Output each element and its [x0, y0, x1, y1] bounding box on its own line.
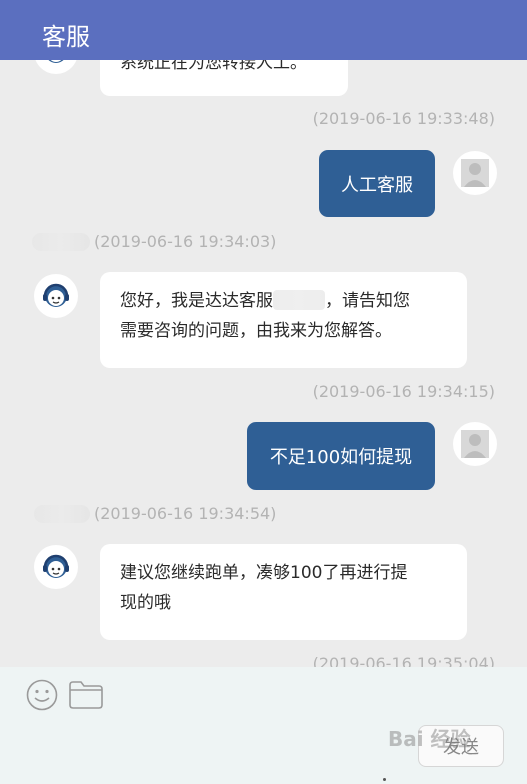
- headset-agent-icon: [43, 554, 69, 578]
- outgoing-message: 人工客服: [319, 150, 435, 217]
- page-title: 客服: [42, 23, 90, 51]
- redacted-id: [273, 290, 325, 310]
- timestamp: (2019-06-16 19:34:54): [94, 504, 277, 523]
- user-avatar: [453, 422, 497, 466]
- message-text: ，请告知您: [325, 291, 410, 311]
- user-avatar: [453, 151, 497, 195]
- chat-area[interactable]: 系统正在为您转接人工。 (2019-06-16 19:33:48) 人工客服 (…: [0, 60, 527, 667]
- message-text: 人工客服: [341, 174, 413, 196]
- message-text: 系统正在为您转接人工。: [120, 60, 307, 73]
- message-text: 建议您继续跑单，凑够100了再进行提: [120, 563, 408, 583]
- agent-avatar: [34, 274, 78, 318]
- timestamp: (2019-06-16 19:34:03): [94, 232, 277, 251]
- message-text: 您好，我是达达客服: [120, 291, 273, 311]
- message-text: 现的哦: [120, 593, 171, 613]
- send-button[interactable]: 发送: [418, 725, 504, 767]
- timestamp: (2019-06-16 19:34:15): [312, 382, 495, 401]
- user-silhouette-icon: [461, 159, 489, 187]
- user-silhouette-icon: [461, 430, 489, 458]
- timestamp: (2019-06-16 19:35:04): [312, 654, 495, 667]
- home-indicator: [383, 778, 386, 781]
- incoming-message: 您好，我是达达客服 ，请告知您 需要咨询的问题，由我来为您解答。: [100, 272, 467, 368]
- message-text: 不足100如何提现: [269, 447, 413, 468]
- smiley-icon: [26, 679, 58, 711]
- headset-agent-icon: [43, 283, 69, 307]
- blurred-agent-name: [34, 505, 90, 523]
- file-button[interactable]: [68, 680, 104, 714]
- incoming-message: 建议您继续跑单，凑够100了再进行提 现的哦: [100, 544, 467, 640]
- headset-agent-icon: [48, 60, 64, 63]
- incoming-message: 系统正在为您转接人工。: [100, 60, 348, 96]
- emoji-button[interactable]: [26, 679, 58, 715]
- send-label: 发送: [443, 737, 479, 758]
- app-header: 客服: [0, 0, 527, 60]
- composer-bar: 发送 Bai 经验: [0, 667, 527, 784]
- agent-avatar: [34, 60, 78, 74]
- message-text: 需要咨询的问题，由我来为您解答。: [120, 321, 392, 341]
- timestamp: (2019-06-16 19:33:48): [312, 109, 495, 128]
- folder-icon: [69, 681, 103, 709]
- outgoing-message: 不足100如何提现: [247, 422, 435, 490]
- blurred-agent-name: [32, 233, 90, 251]
- agent-avatar: [34, 545, 78, 589]
